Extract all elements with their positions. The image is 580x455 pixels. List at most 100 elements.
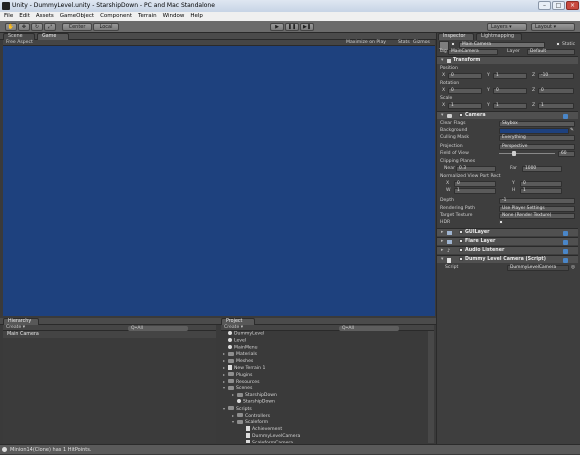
project-item[interactable]: ▸ Controllers <box>221 413 427 420</box>
help-icon[interactable] <box>563 230 568 236</box>
tab-inspector[interactable]: Inspector <box>438 33 474 40</box>
project-item[interactable]: Level <box>221 337 427 345</box>
status-message[interactable]: Minion14(Clone) has 1 HitPoints. <box>10 447 91 453</box>
camera-enabled-checkbox[interactable] <box>459 112 463 117</box>
hierarchy-create-button[interactable]: Create <box>6 325 21 330</box>
viewport-x-field[interactable]: 0 <box>454 180 496 187</box>
hand-tool-button[interactable]: ✋ <box>5 23 17 31</box>
scale-z-field[interactable]: 1 <box>538 102 574 109</box>
rotate-tool-button[interactable]: ↻ <box>31 23 43 31</box>
close-button[interactable]: × <box>566 1 579 10</box>
static-checkbox[interactable]: Static <box>556 41 575 48</box>
project-item[interactable]: StarshipDown <box>221 398 427 406</box>
tab-hierarchy[interactable]: Hierarchy <box>3 318 39 325</box>
guilayer-checkbox[interactable] <box>459 229 463 234</box>
project-item[interactable]: DummyLevel <box>221 331 427 338</box>
project-item[interactable]: MainMenu <box>221 344 427 352</box>
hdr-checkbox[interactable] <box>499 220 503 224</box>
viewport-y-field[interactable]: 0 <box>520 180 562 187</box>
layer-dropdown[interactable]: Default <box>527 48 575 55</box>
tab-lightmapping[interactable]: Lightmapping <box>476 33 522 40</box>
position-y-field[interactable]: 1 <box>493 72 527 79</box>
menu-gameobject[interactable]: GameObject <box>60 12 94 21</box>
project-item[interactable]: ▸ New Terrain 1 <box>221 364 427 372</box>
position-z-field[interactable]: -10 <box>538 72 574 79</box>
project-item[interactable]: ▾ Scripts <box>221 406 427 413</box>
project-item[interactable]: ▾ Scaleform <box>221 419 427 426</box>
active-checkbox[interactable] <box>451 41 455 46</box>
project-create-button[interactable]: Create <box>224 325 239 330</box>
rotation-x-field[interactable]: 0 <box>448 87 482 94</box>
target-icon[interactable]: ◎ <box>571 264 575 271</box>
menu-component[interactable]: Component <box>100 12 132 21</box>
script-checkbox[interactable] <box>459 256 463 261</box>
target-texture-field[interactable]: None (Render Texture) <box>499 212 575 219</box>
game-viewport[interactable] <box>3 46 435 316</box>
script-component-header[interactable]: ▾ Dummy Level Camera (Script) <box>437 255 578 263</box>
project-item[interactable]: ▸ Plugins <box>221 372 427 379</box>
viewport-w-field[interactable]: 1 <box>454 187 496 194</box>
flarelayer-header[interactable]: ▸ Flare Layer <box>437 237 578 245</box>
project-item[interactable]: DummyLevelCamera <box>221 432 427 440</box>
project-item[interactable]: ScaleformCamera <box>221 439 427 443</box>
menu-terrain[interactable]: Terrain <box>138 12 157 21</box>
pivot-center-button[interactable]: Center <box>62 23 92 31</box>
pause-button[interactable]: ❚❚ <box>285 23 299 31</box>
project-item[interactable]: Achievement <box>221 426 427 433</box>
project-item[interactable]: ▸ StarshipDown <box>221 392 427 399</box>
project-scrollbar[interactable] <box>428 331 434 443</box>
near-field[interactable]: 0.3 <box>456 165 496 172</box>
play-button[interactable]: ▶ <box>270 23 284 31</box>
tab-scene[interactable]: Scene <box>3 33 35 40</box>
help-icon[interactable] <box>563 113 568 119</box>
scale-tool-button[interactable]: ⤢ <box>44 23 56 31</box>
flarelayer-checkbox[interactable] <box>459 238 463 243</box>
menu-help[interactable]: Help <box>190 12 203 21</box>
rotation-y-field[interactable]: 0 <box>493 87 527 94</box>
background-color-field[interactable] <box>499 127 569 134</box>
rendering-path-dropdown[interactable]: Use Player Settings <box>499 205 575 212</box>
pivot-local-button[interactable]: Local <box>93 23 119 31</box>
menu-assets[interactable]: Assets <box>36 12 54 21</box>
project-item[interactable]: ▾ Scenes <box>221 385 427 392</box>
minimize-button[interactable]: – <box>538 1 551 10</box>
audiolistener-header[interactable]: ▸ ♪ Audio Listener <box>437 246 578 254</box>
project-item[interactable]: ▸ Meshes <box>221 358 427 365</box>
rotation-z-field[interactable]: 0 <box>538 87 574 94</box>
position-x-field[interactable]: 0 <box>448 72 482 79</box>
projection-dropdown[interactable]: Perspective <box>499 143 575 150</box>
help-icon[interactable] <box>563 257 568 263</box>
script-field[interactable]: DummyLevelCamera <box>507 264 569 271</box>
tab-game[interactable]: Game <box>37 33 69 40</box>
menu-edit[interactable]: Edit <box>19 12 30 21</box>
menu-window[interactable]: Window <box>163 12 185 21</box>
project-item[interactable]: ▸ Resources <box>221 379 427 386</box>
layers-dropdown[interactable]: Layers ▾ <box>487 23 527 31</box>
maximize-button[interactable]: □ <box>552 1 565 10</box>
aspect-dropdown[interactable]: Free Aspect <box>6 40 33 45</box>
scale-y-field[interactable]: 1 <box>493 102 527 109</box>
hierarchy-search-input[interactable]: Q•All <box>128 325 188 331</box>
depth-field[interactable]: -1 <box>499 197 575 204</box>
layout-dropdown[interactable]: Layout ▾ <box>531 23 575 31</box>
project-search-input[interactable]: Q•All <box>339 325 399 331</box>
tab-project[interactable]: Project <box>221 318 255 325</box>
step-button[interactable]: ▶❚ <box>300 23 314 31</box>
camera-header[interactable]: ▾ Camera <box>437 111 578 119</box>
fov-slider-track[interactable] <box>499 153 555 154</box>
eyedropper-icon[interactable]: ✎ <box>570 127 574 134</box>
audiolistener-checkbox[interactable] <box>459 247 463 252</box>
hierarchy-item-main-camera[interactable]: Main Camera <box>3 331 216 338</box>
scale-x-field[interactable]: 1 <box>448 102 482 109</box>
far-field[interactable]: 1000 <box>522 165 562 172</box>
culling-mask-dropdown[interactable]: Everything <box>499 134 575 141</box>
move-tool-button[interactable]: ✥ <box>18 23 30 31</box>
object-name-field[interactable]: Main Camera <box>459 41 545 48</box>
help-icon[interactable] <box>563 248 568 254</box>
viewport-h-field[interactable]: 1 <box>520 187 562 194</box>
fov-field[interactable]: 60 <box>558 150 575 157</box>
menu-file[interactable]: File <box>4 12 13 21</box>
project-item[interactable]: ▸ Materials <box>221 351 427 358</box>
help-icon[interactable] <box>563 239 568 245</box>
guilayer-header[interactable]: ▸ GUILayer <box>437 228 578 236</box>
